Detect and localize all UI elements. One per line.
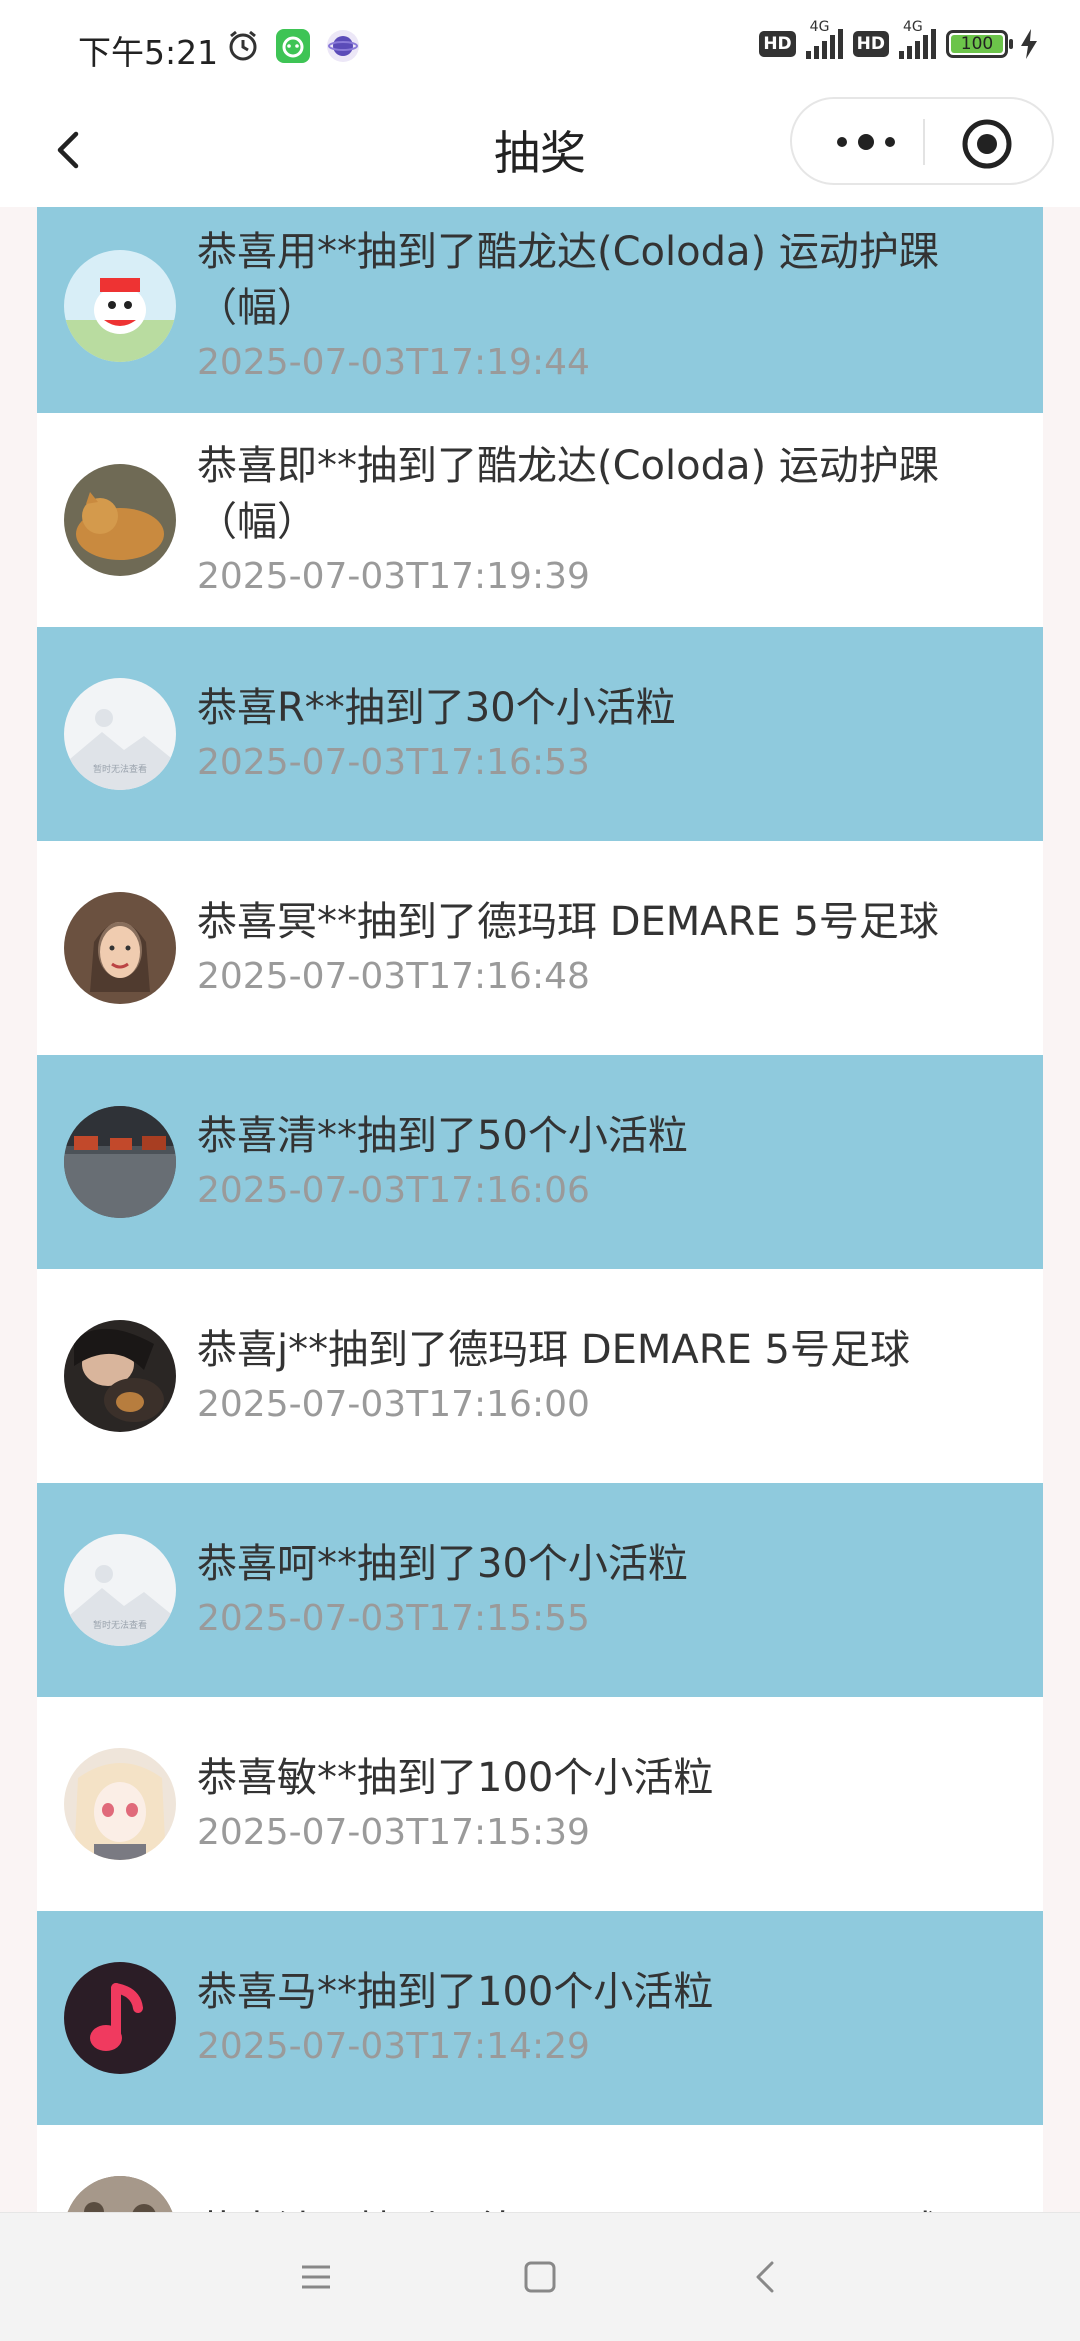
hd-badge-2: HD	[852, 31, 889, 57]
list-item: 恭喜冥**抽到了德玛珥 DEMARE 5号足球 2025-07-03T17:16…	[37, 841, 1043, 1055]
photo-avatar-icon	[64, 2176, 176, 2212]
list-item: 恭喜清**抽到了50个小活粒 2025-07-03T17:16:06	[37, 1055, 1043, 1269]
record-text: 恭喜马**抽到了100个小活粒	[197, 1969, 714, 2015]
list-item: 暂时无法查看 恭喜R**抽到了30个小活粒 2025-07-03T17:16:5…	[37, 627, 1043, 841]
list-item: 恭喜j**抽到了德玛珥 DEMARE 5号足球 2025-07-03T17:16…	[37, 1269, 1043, 1483]
music-note-avatar-icon	[64, 1962, 176, 2074]
record-text: 恭喜呵**抽到了30个小活粒	[197, 1541, 688, 1587]
mini-program-capsule	[790, 97, 1054, 185]
woman-avatar-icon	[64, 892, 176, 1004]
record-time: 2025-07-03T17:19:44	[197, 342, 590, 383]
cartoon-avatar-icon	[64, 250, 176, 362]
status-indicators: HD 4G HD 4G 100	[759, 19, 1040, 60]
list-item: 恭喜浩**抽到了德玛珥 DEMARE 5号足球	[37, 2125, 1043, 2212]
cat-avatar-icon	[64, 464, 176, 576]
record-time: 2025-07-03T17:15:39	[197, 1812, 590, 1853]
back-icon[interactable]	[40, 120, 100, 180]
anime-avatar-icon	[64, 1748, 176, 1860]
more-options-icon[interactable]	[820, 113, 912, 171]
battery-icon: 100	[946, 30, 1013, 58]
record-time: 2025-07-03T17:16:53	[197, 742, 590, 783]
record-time: 2025-07-03T17:16:48	[197, 956, 590, 997]
close-mini-program-icon[interactable]	[960, 117, 1014, 171]
record-text: 恭喜R**抽到了30个小活粒	[197, 685, 676, 731]
list-item: 恭喜用**抽到了酷龙达(Coloda) 运动护踝（幅） 2025-07-03T1…	[37, 207, 1043, 413]
home-icon[interactable]	[516, 2253, 564, 2301]
alarm-icon	[229, 30, 257, 61]
record-text: 恭喜即**抽到了酷龙达(Coloda) 运动护踝（幅）	[197, 443, 939, 545]
menu-icon[interactable]	[292, 2253, 340, 2301]
app-notification-icon	[276, 29, 310, 63]
record-text: 恭喜清**抽到了50个小活粒	[197, 1113, 688, 1159]
record-text: 恭喜敏**抽到了100个小活粒	[197, 1755, 714, 1801]
app-notification-icon-2	[327, 30, 359, 62]
system-back-icon[interactable]	[742, 2253, 790, 2301]
list-item: 恭喜敏**抽到了100个小活粒 2025-07-03T17:15:39	[37, 1697, 1043, 1911]
battery-level: 100	[951, 35, 1003, 53]
record-text: 恭喜冥**抽到了德玛珥 DEMARE 5号足球	[197, 899, 939, 945]
lottery-record-list[interactable]: 恭喜用**抽到了酷龙达(Coloda) 运动护踝（幅） 2025-07-03T1…	[37, 207, 1043, 2212]
signal-strength-icon: 4G	[805, 19, 843, 59]
record-time: 2025-07-03T17:19:39	[197, 556, 590, 597]
charging-icon	[1021, 29, 1037, 59]
hd-badge: HD	[759, 31, 796, 57]
avatar-caption: 暂时无法查看	[93, 1619, 147, 1631]
list-item: 恭喜即**抽到了酷龙达(Coloda) 运动护踝（幅） 2025-07-03T1…	[37, 413, 1043, 627]
nav-bar: 抽奖	[0, 95, 1080, 207]
system-nav-bar	[0, 2212, 1080, 2341]
capsule-divider	[923, 119, 925, 165]
record-text: 恭喜浩**抽到了德玛珥 DEMARE 5号足球	[197, 2203, 1013, 2212]
status-time: 下午5:21	[78, 33, 219, 72]
list-item: 恭喜马**抽到了100个小活粒 2025-07-03T17:14:29	[37, 1911, 1043, 2125]
list-item: 暂时无法查看 恭喜呵**抽到了30个小活粒 2025-07-03T17:15:5…	[37, 1483, 1043, 1697]
placeholder-avatar-icon: 暂时无法查看	[64, 1534, 176, 1646]
record-time: 2025-07-03T17:16:00	[197, 1384, 590, 1425]
placeholder-avatar-icon: 暂时无法查看	[64, 678, 176, 790]
status-bar: 下午5:21 HD 4G HD 4G 100	[0, 0, 1080, 95]
record-time: 2025-07-03T17:16:06	[197, 1170, 590, 1211]
street-avatar-icon	[64, 1106, 176, 1218]
record-text: 恭喜j**抽到了德玛珥 DEMARE 5号足球	[197, 1327, 911, 1373]
person-cat-avatar-icon	[64, 1320, 176, 1432]
record-time: 2025-07-03T17:14:29	[197, 2026, 590, 2067]
record-time: 2025-07-03T17:15:55	[197, 1598, 590, 1639]
avatar-caption: 暂时无法查看	[93, 763, 147, 775]
record-text: 恭喜用**抽到了酷龙达(Coloda) 运动护踝（幅）	[197, 229, 939, 331]
signal-strength-icon-2: 4G	[899, 19, 936, 59]
